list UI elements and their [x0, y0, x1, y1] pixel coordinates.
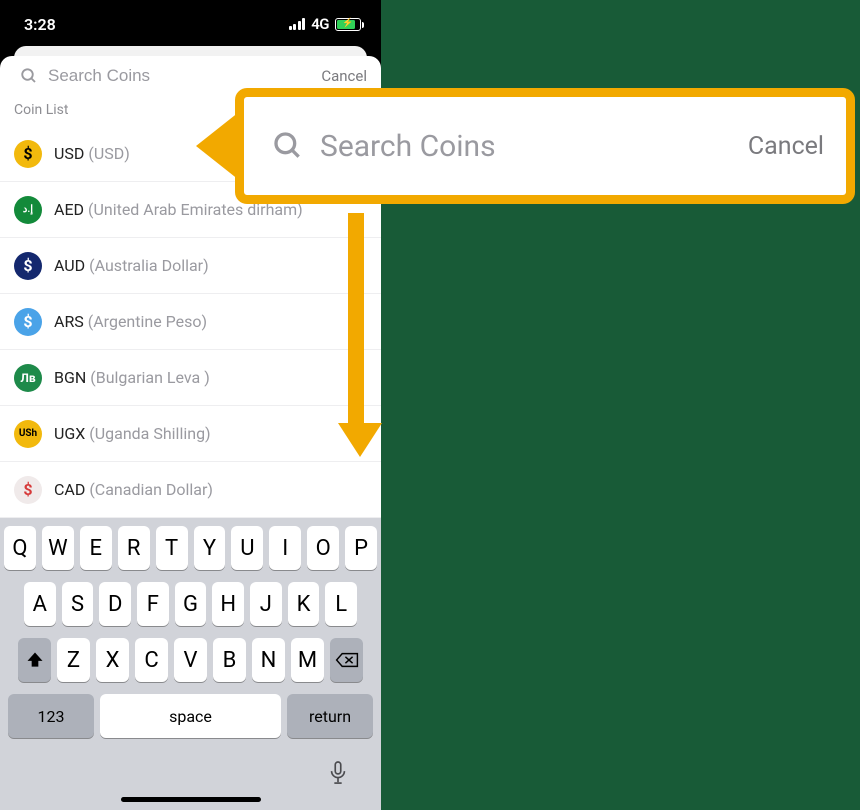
coin-icon: Лв — [14, 364, 42, 392]
search-input[interactable] — [48, 66, 311, 86]
callout-cancel: Cancel — [748, 132, 824, 161]
coin-icon: USh — [14, 420, 42, 448]
key-y[interactable]: Y — [194, 526, 226, 570]
key-g[interactable]: G — [175, 582, 207, 626]
coin-row[interactable]: $ ARS (Argentine Peso) — [0, 294, 381, 350]
callout-placeholder: Search Coins — [320, 129, 732, 164]
backspace-key[interactable] — [330, 638, 363, 682]
key-q[interactable]: Q — [4, 526, 36, 570]
shift-key[interactable] — [18, 638, 51, 682]
coin-code: UGX — [54, 424, 89, 443]
coin-name: (Uganda Shilling) — [89, 424, 210, 443]
coin-name: (Canadian Dollar) — [89, 480, 213, 499]
coin-icon: إ.د — [14, 196, 42, 224]
key-u[interactable]: U — [231, 526, 263, 570]
coin-code: USD — [54, 144, 88, 163]
key-o[interactable]: O — [307, 526, 339, 570]
key-t[interactable]: T — [156, 526, 188, 570]
status-right: 4G ⚡ — [289, 15, 361, 33]
coin-icon: $ — [14, 140, 42, 168]
coin-row[interactable]: $ AUD (Australia Dollar) — [0, 238, 381, 294]
coin-code: ARS — [54, 312, 88, 331]
coin-icon: $ — [14, 476, 42, 504]
return-key[interactable]: return — [287, 694, 373, 738]
key-r[interactable]: R — [118, 526, 150, 570]
signal-icon — [289, 18, 306, 30]
key-e[interactable]: E — [80, 526, 112, 570]
key-h[interactable]: H — [212, 582, 244, 626]
key-b[interactable]: B — [213, 638, 246, 682]
key-m[interactable]: M — [291, 638, 324, 682]
coin-name: (Bulgarian Leva ) — [90, 368, 210, 387]
key-f[interactable]: F — [137, 582, 169, 626]
cancel-button[interactable]: Cancel — [321, 67, 367, 85]
coin-row[interactable]: Лв BGN (Bulgarian Leva ) — [0, 350, 381, 406]
coin-name: (Australia Dollar) — [89, 256, 209, 275]
coin-name: (USD) — [88, 144, 129, 163]
key-s[interactable]: S — [62, 582, 94, 626]
search-callout: Search Coins Cancel — [235, 88, 855, 204]
key-j[interactable]: J — [250, 582, 282, 626]
key-z[interactable]: Z — [57, 638, 90, 682]
coin-icon: $ — [14, 252, 42, 280]
coin-code: BGN — [54, 368, 90, 387]
key-x[interactable]: X — [96, 638, 129, 682]
key-v[interactable]: V — [174, 638, 207, 682]
space-key[interactable]: space — [100, 694, 281, 738]
key-n[interactable]: N — [252, 638, 285, 682]
status-bar: 3:28 4G ⚡ — [0, 0, 381, 48]
clock: 3:28 — [24, 15, 56, 34]
key-k[interactable]: K — [288, 582, 320, 626]
key-d[interactable]: D — [99, 582, 131, 626]
dictation-icon[interactable] — [327, 760, 349, 786]
coin-row[interactable]: USh UGX (Uganda Shilling) — [0, 406, 381, 462]
home-indicator[interactable] — [121, 797, 261, 802]
keyboard[interactable]: QWERTYUIOP ASDFGHJKL ZXCVBNM 123 space r… — [0, 518, 381, 810]
key-w[interactable]: W — [42, 526, 74, 570]
numeric-key[interactable]: 123 — [8, 694, 94, 738]
key-a[interactable]: A — [24, 582, 56, 626]
key-i[interactable]: I — [269, 526, 301, 570]
coin-code: AED — [54, 200, 88, 219]
key-p[interactable]: P — [345, 526, 377, 570]
search-icon — [272, 130, 304, 162]
network-type: 4G — [311, 15, 329, 33]
coin-icon: $ — [14, 308, 42, 336]
coin-name: (Argentine Peso) — [88, 312, 207, 331]
coin-code: CAD — [54, 480, 89, 499]
scroll-down-arrow — [338, 213, 374, 457]
coin-code: AUD — [54, 256, 89, 275]
coin-row[interactable]: $ CAD (Canadian Dollar) — [0, 462, 381, 518]
key-c[interactable]: C — [135, 638, 168, 682]
battery-icon: ⚡ — [335, 18, 361, 31]
search-icon — [20, 67, 38, 85]
key-l[interactable]: L — [325, 582, 357, 626]
